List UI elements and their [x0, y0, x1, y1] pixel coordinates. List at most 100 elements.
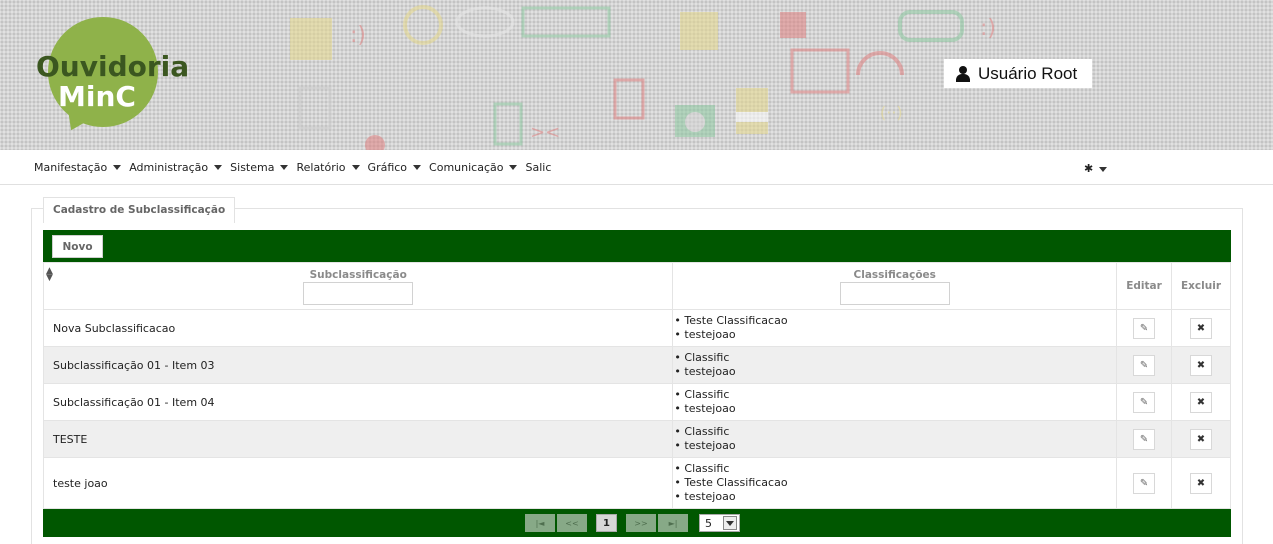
subclassification-cell: TESTE: [42, 420, 674, 458]
main-menu-bar: Manifestação Administração Sistema Relatóri…: [0, 150, 1273, 185]
delete-button[interactable]: ✖: [1190, 354, 1212, 376]
pencil-icon: ✎: [1139, 477, 1149, 489]
chevron-down-icon: [413, 165, 422, 170]
menu-item-2[interactable]: Sistema: [230, 161, 289, 174]
classifications-cell: • Classific • testejoao: [672, 383, 1118, 421]
chevron-down-icon: [723, 516, 737, 530]
menu-item-6[interactable]: Salic: [525, 161, 551, 174]
close-icon: ✖: [1196, 477, 1206, 489]
menu-item-label: Gráfico: [367, 161, 408, 174]
panel-title: Cadastro de Subclassificação: [43, 197, 236, 223]
menu-item-3[interactable]: Relatório: [296, 161, 360, 174]
classifications-cell: • Teste Classificacao • testejoao: [672, 309, 1118, 347]
table-row[interactable]: TESTE • Classific • testejoao ✎ ✖: [42, 420, 1231, 458]
chevron-down-icon: [351, 165, 360, 170]
settings-menu[interactable]: ✱: [1084, 162, 1108, 175]
classification-item: • Teste Classificacao: [674, 314, 788, 327]
edit-button[interactable]: ✎: [1133, 428, 1156, 450]
classification-item: • testejoao: [674, 402, 736, 415]
background-decoration: :) :) >< (··): [290, 5, 996, 150]
delete-button[interactable]: ✖: [1190, 317, 1212, 339]
previous-page-button[interactable]: <<: [557, 514, 587, 532]
table-row[interactable]: teste joao • Classific • Teste Classificac…: [42, 457, 1231, 509]
current-page-button[interactable]: 1: [596, 514, 617, 532]
chevron-down-icon: [1099, 166, 1108, 172]
subclassification-cell: Subclassificação 01 - Item 04: [42, 383, 674, 421]
table-row[interactable]: Nova Subclassificacao • Teste Classificac…: [42, 309, 1231, 347]
logo-text-minc: MinC: [58, 80, 136, 113]
subclassification-cell: Subclassificação 01 - Item 03: [42, 346, 674, 384]
menu-item-0[interactable]: Manifestação: [34, 161, 122, 174]
classification-item: • Classific: [674, 388, 730, 401]
column-header-subclassificacao: ▲ ▼ Subclassificação: [42, 262, 674, 310]
user-name: Usuário Root: [978, 63, 1078, 83]
delete-button[interactable]: ✖: [1190, 391, 1212, 413]
next-page-button[interactable]: >>: [626, 514, 656, 532]
close-icon: ✖: [1196, 433, 1206, 445]
classification-item: • testejoao: [674, 439, 736, 452]
chevron-down-icon: [509, 165, 518, 170]
table-row[interactable]: Subclassificação 01 - Item 04 • Classific…: [42, 383, 1231, 421]
pencil-icon: ✎: [1139, 359, 1149, 371]
classification-item: • Classific: [674, 425, 730, 438]
classifications-cell: • Classific • Teste Classificacao • testej…: [672, 457, 1118, 509]
column-header-classificacoes: Classificações: [672, 262, 1118, 310]
chevron-down-icon: [214, 165, 223, 170]
close-icon: ✖: [1196, 359, 1206, 371]
svg-text:><: ><: [530, 122, 560, 143]
column-header-excluir: Excluir: [1171, 262, 1231, 310]
edit-button[interactable]: ✎: [1133, 472, 1156, 494]
sort-icon[interactable]: ▲ ▼: [46, 267, 53, 283]
pencil-icon: ✎: [1139, 396, 1149, 408]
last-page-button[interactable]: ►|: [658, 514, 688, 532]
table-toolbar: Novo: [43, 230, 1231, 262]
classification-item: • testejoao: [674, 490, 736, 503]
close-icon: ✖: [1196, 396, 1206, 408]
edit-button[interactable]: ✎: [1133, 317, 1156, 339]
logo-text-ouvidoria: Ouvidoria: [36, 50, 190, 83]
menu-item-4[interactable]: Gráfico: [368, 161, 422, 174]
column-label-subclassificacao[interactable]: Subclassificação: [44, 269, 672, 281]
edit-button[interactable]: ✎: [1133, 354, 1156, 376]
pencil-icon: ✎: [1139, 433, 1149, 445]
page-size-value: 5: [705, 516, 712, 530]
close-icon: ✖: [1196, 322, 1206, 334]
svg-text::): :): [980, 16, 996, 41]
svg-text::): :): [350, 23, 366, 48]
classifications-cell: • Classific • testejoao: [672, 346, 1118, 384]
edit-button[interactable]: ✎: [1133, 391, 1156, 413]
chevron-down-icon: [280, 165, 289, 170]
classifications-cell: • Classific • testejoao: [672, 420, 1118, 458]
classification-item: • Teste Classificacao: [674, 476, 788, 489]
menu-item-1[interactable]: Administração: [129, 161, 223, 174]
classification-item: • testejoao: [674, 328, 736, 341]
main-menu: Manifestação Administração Sistema Relatóri…: [34, 161, 559, 174]
menu-item-label: Comunicação: [429, 161, 504, 174]
table-header-row: ▲ ▼ Subclassificação Classificações Edita…: [42, 262, 1231, 310]
user-badge[interactable]: Usuário Root: [944, 59, 1092, 88]
page-size-select[interactable]: 5: [699, 514, 740, 532]
menu-item-label: Relatório: [296, 161, 346, 174]
column-header-editar: Editar: [1116, 262, 1172, 310]
first-page-button[interactable]: |◄: [525, 514, 555, 532]
classification-item: • Classific: [674, 351, 730, 364]
column-label-classificacoes[interactable]: Classificações: [673, 269, 1116, 281]
subclassification-table: ▲ ▼ Subclassificação Classificações Edita…: [42, 262, 1231, 509]
gear-icon: ✱: [1084, 162, 1094, 175]
delete-button[interactable]: ✖: [1190, 472, 1212, 494]
delete-button[interactable]: ✖: [1190, 428, 1212, 450]
classification-item: • Classific: [674, 462, 730, 475]
menu-item-5[interactable]: Comunicação: [429, 161, 518, 174]
pagination-bar: |◄ << 1 >> ►| 5: [43, 509, 1231, 537]
user-icon: [956, 65, 970, 82]
pencil-icon: ✎: [1139, 322, 1149, 334]
classification-item: • testejoao: [674, 365, 736, 378]
new-button[interactable]: Novo: [52, 235, 103, 258]
filter-subclassificacao-input[interactable]: [303, 282, 414, 305]
filter-classificacoes-input[interactable]: [839, 282, 950, 305]
subclassification-cell: Nova Subclassificacao: [42, 309, 674, 347]
menu-item-label: Manifestação: [34, 161, 108, 174]
table-row[interactable]: Subclassificação 01 - Item 03 • Classific…: [42, 346, 1231, 384]
chevron-down-icon: [113, 165, 122, 170]
menu-item-label: Administração: [129, 161, 209, 174]
